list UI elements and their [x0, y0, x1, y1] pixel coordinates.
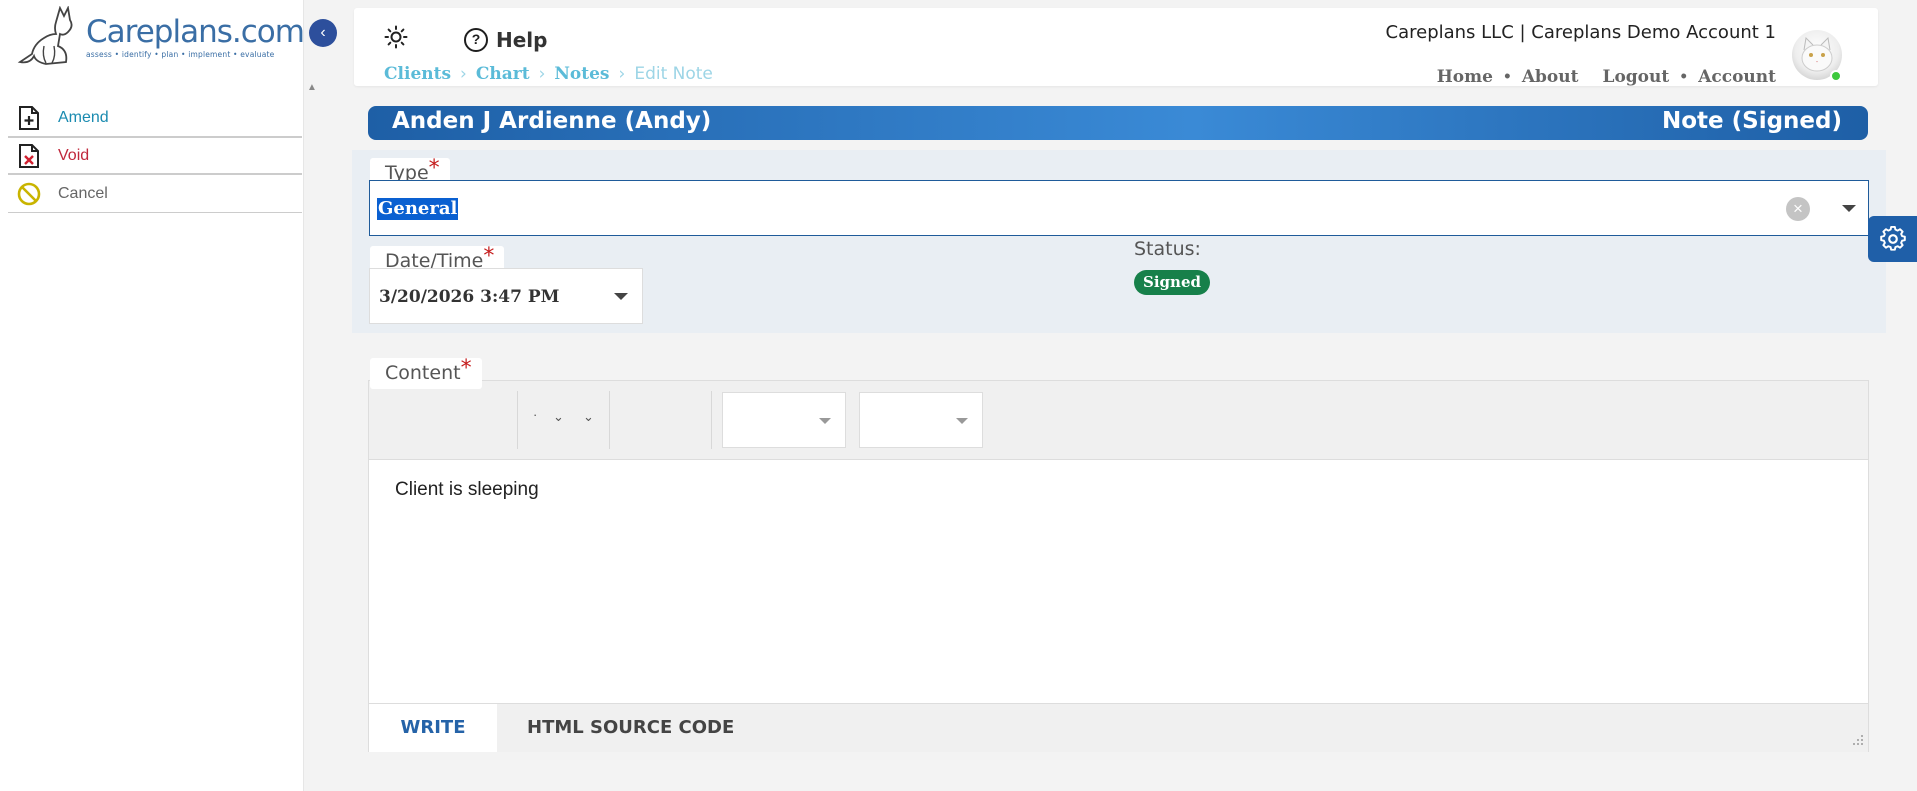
help-link[interactable]: ? Help: [464, 28, 547, 52]
rich-text-editor: · ⌄ ⌄ Client is sleeping WRITE HTML SOUR…: [368, 380, 1869, 752]
sidebar-item-label: Amend: [58, 108, 109, 126]
main-area: ? Help Clients › Chart › Notes › Edit No…: [324, 0, 1917, 791]
help-label: Help: [496, 28, 548, 52]
caret-down-icon: [819, 418, 831, 424]
client-name: Anden J Ardienne (Andy): [392, 108, 712, 134]
datetime-value: 3/20/2026 3:47 PM: [379, 287, 560, 307]
sun-icon[interactable]: [384, 25, 408, 49]
font-format-dropdown[interactable]: · ⌄ ⌄: [529, 395, 595, 441]
chevron-down-icon: ⌄: [553, 409, 564, 424]
breadcrumb-edit-note: Edit Note: [634, 64, 713, 84]
format-indicator: ·: [533, 407, 538, 422]
separator-dot: •: [1502, 69, 1512, 85]
note-status-title: Note (Signed): [1661, 108, 1842, 134]
datetime-field[interactable]: 3/20/2026 3:47 PM: [369, 268, 643, 324]
caret-down-icon[interactable]: [1842, 205, 1856, 212]
breadcrumb-chart[interactable]: Chart: [476, 64, 530, 84]
toolbar-divider: [517, 391, 518, 449]
collapse-sidebar-button[interactable]: ‹: [309, 19, 337, 47]
toolbar-divider: [711, 391, 712, 449]
type-select-value: General: [377, 198, 459, 220]
sidebar-actions: Amend Void Cancel: [8, 99, 302, 213]
chevron-right-icon: ›: [460, 64, 467, 84]
brand-tagline: assess • identify • plan • implement • e…: [86, 50, 275, 59]
gear-icon: [1880, 226, 1906, 251]
breadcrumb: Clients › Chart › Notes › Edit Note: [384, 64, 713, 84]
top-links: Home • About Logout • Account: [1437, 67, 1776, 87]
caret-down-icon[interactable]: [614, 293, 628, 300]
home-link[interactable]: Home: [1437, 67, 1493, 87]
sidebar-item-label: Void: [58, 146, 90, 164]
sidebar-item-label: Cancel: [58, 184, 108, 202]
client-header: Anden J Ardienne (Andy) Note (Signed): [368, 106, 1868, 140]
content-label: Content*: [370, 356, 482, 389]
tab-html-source[interactable]: HTML SOURCE CODE: [527, 704, 734, 752]
logout-link[interactable]: Logout: [1603, 67, 1670, 87]
chevron-right-icon: ›: [618, 64, 626, 84]
chevron-right-icon: ›: [538, 64, 546, 84]
brand-name: Careplans.com: [86, 14, 305, 50]
toolbar-divider: [609, 391, 610, 449]
sidebar-item-cancel[interactable]: Cancel: [8, 175, 302, 213]
file-x-icon: [16, 143, 42, 169]
separator-dot: •: [1679, 69, 1689, 85]
logo[interactable]: Careplans.com assess • identify • plan •…: [16, 6, 305, 66]
breadcrumb-notes[interactable]: Notes: [554, 64, 609, 84]
top-bar: ? Help Clients › Chart › Notes › Edit No…: [354, 8, 1878, 87]
online-status-dot: [1830, 70, 1842, 82]
status-label: Status:: [1134, 238, 1201, 260]
editor-content[interactable]: Client is sleeping: [395, 479, 539, 501]
font-size-select[interactable]: [859, 392, 983, 448]
type-select[interactable]: General ×: [369, 180, 1869, 236]
settings-button[interactable]: [1868, 216, 1917, 262]
font-family-select[interactable]: [722, 392, 846, 448]
required-mark: *: [460, 356, 472, 381]
caret-down-icon: [956, 418, 968, 424]
clear-icon[interactable]: ×: [1786, 197, 1810, 221]
sidebar: Careplans.com assess • identify • plan •…: [0, 0, 317, 791]
about-link[interactable]: About: [1522, 67, 1579, 87]
required-mark: *: [428, 156, 440, 181]
required-mark: *: [483, 244, 495, 269]
content-label-text: Content: [385, 362, 461, 384]
resize-handle-icon[interactable]: [1850, 734, 1864, 748]
cat-logo-icon: [17, 6, 73, 65]
breadcrumb-clients[interactable]: Clients: [384, 64, 451, 84]
tab-write[interactable]: WRITE: [369, 704, 497, 752]
sidebar-item-void[interactable]: Void: [8, 137, 302, 175]
editor-tabs: WRITE HTML SOURCE CODE: [369, 703, 1868, 752]
editor-toolbar: · ⌄ ⌄: [369, 381, 1868, 460]
ban-icon: [16, 181, 42, 207]
account-name: Careplans LLC | Careplans Demo Account 1: [1385, 22, 1776, 43]
chevron-down-icon: ⌄: [583, 409, 594, 424]
scroll-up-icon[interactable]: ▲: [306, 82, 318, 94]
account-link[interactable]: Account: [1698, 67, 1776, 87]
help-icon: ?: [464, 28, 488, 52]
file-plus-icon: [16, 105, 42, 131]
sidebar-item-amend[interactable]: Amend: [8, 99, 302, 137]
status-badge: Signed: [1134, 270, 1210, 295]
chevron-left-icon: ‹: [320, 24, 326, 41]
